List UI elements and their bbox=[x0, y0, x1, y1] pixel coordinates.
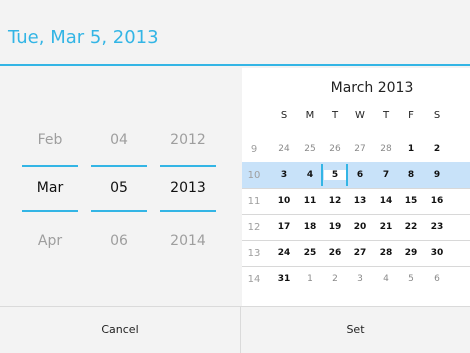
weekday-label: F bbox=[408, 110, 414, 121]
cancel-button[interactable]: Cancel bbox=[0, 307, 240, 353]
weekday-label: W bbox=[355, 110, 365, 121]
year-prev[interactable]: 2012 bbox=[160, 132, 216, 148]
day-cell[interactable]: 27 bbox=[349, 248, 371, 258]
day-cell[interactable]: 24 bbox=[273, 144, 295, 154]
selected-day-marker bbox=[346, 164, 348, 186]
day-cell[interactable]: 25 bbox=[299, 248, 321, 258]
day-cell[interactable]: 29 bbox=[400, 248, 422, 258]
day-cell[interactable]: 7 bbox=[375, 170, 397, 180]
day-cell[interactable]: 16 bbox=[426, 196, 448, 206]
selected-day-marker bbox=[321, 164, 323, 186]
calendar-view[interactable]: March 2013 SMTWTFS 9 24 25 26 27 28 1 2 10 3 4 5 6 7 8… bbox=[242, 68, 470, 306]
selected-week-row: 10 3 4 5 6 7 8 9 bbox=[242, 162, 470, 188]
week-number: 14 bbox=[247, 274, 261, 285]
day-prev[interactable]: 04 bbox=[91, 132, 147, 148]
day-cell[interactable]: 26 bbox=[324, 144, 346, 154]
week-number: 10 bbox=[247, 170, 261, 181]
day-next[interactable]: 06 bbox=[91, 233, 147, 249]
spinner-divider bbox=[22, 210, 78, 212]
day-cell[interactable]: 15 bbox=[400, 196, 422, 206]
weekday-label: T bbox=[331, 110, 339, 121]
month-next[interactable]: Apr bbox=[22, 233, 78, 249]
day-cell[interactable]: 6 bbox=[426, 274, 448, 284]
day-cell[interactable]: 23 bbox=[426, 222, 448, 232]
day-cell[interactable]: 31 bbox=[273, 274, 295, 284]
week-number: 9 bbox=[250, 144, 258, 155]
spinner-divider bbox=[160, 165, 216, 167]
day-cell[interactable]: 24 bbox=[273, 248, 295, 258]
day-cell[interactable]: 2 bbox=[426, 144, 448, 154]
day-cell[interactable]: 25 bbox=[299, 144, 321, 154]
year-current[interactable]: 2013 bbox=[160, 180, 216, 196]
day-cell[interactable]: 21 bbox=[375, 222, 397, 232]
day-cell[interactable]: 26 bbox=[324, 248, 346, 258]
selected-date-title: Tue, Mar 5, 2013 bbox=[8, 27, 159, 48]
day-cell[interactable]: 11 bbox=[299, 196, 321, 206]
week-row: 12 17 18 19 20 21 22 23 bbox=[242, 214, 470, 240]
date-picker-dialog: Tue, Mar 5, 2013 Feb Mar Apr 04 05 06 20… bbox=[0, 0, 470, 353]
weekday-label: T bbox=[382, 110, 390, 121]
day-spinner[interactable]: 04 05 06 bbox=[91, 68, 147, 306]
day-cell[interactable]: 20 bbox=[349, 222, 371, 232]
spinner-divider bbox=[91, 210, 147, 212]
day-cell[interactable]: 3 bbox=[273, 170, 295, 180]
week-row: 14 31 1 2 3 4 5 6 bbox=[242, 266, 470, 292]
day-cell[interactable]: 6 bbox=[349, 170, 371, 180]
day-cell[interactable]: 3 bbox=[349, 274, 371, 284]
day-cell[interactable]: 28 bbox=[375, 248, 397, 258]
month-prev[interactable]: Feb bbox=[22, 132, 78, 148]
day-cell[interactable]: 30 bbox=[426, 248, 448, 258]
week-row: 11 10 11 12 13 14 15 16 bbox=[242, 188, 470, 214]
spinner-divider bbox=[22, 165, 78, 167]
day-cell[interactable]: 13 bbox=[349, 196, 371, 206]
day-cell[interactable]: 1 bbox=[299, 274, 321, 284]
day-cell[interactable]: 1 bbox=[400, 144, 422, 154]
day-cell[interactable]: 2 bbox=[324, 274, 346, 284]
day-cell[interactable]: 14 bbox=[375, 196, 397, 206]
spinner-divider bbox=[91, 165, 147, 167]
month-spinner[interactable]: Feb Mar Apr bbox=[22, 68, 78, 306]
dialog-footer: Cancel Set bbox=[0, 306, 470, 353]
year-next[interactable]: 2014 bbox=[160, 233, 216, 249]
day-cell[interactable]: 9 bbox=[426, 170, 448, 180]
month-current[interactable]: Mar bbox=[22, 180, 78, 196]
day-cell[interactable]: 5 bbox=[400, 274, 422, 284]
weekday-header: SMTWTFS bbox=[242, 110, 470, 124]
day-cell[interactable]: 27 bbox=[349, 144, 371, 154]
spinner-divider bbox=[160, 210, 216, 212]
selected-day-cell[interactable]: 5 bbox=[324, 170, 346, 180]
day-cell[interactable]: 4 bbox=[299, 170, 321, 180]
set-button[interactable]: Set bbox=[241, 307, 470, 353]
dialog-header: Tue, Mar 5, 2013 bbox=[0, 0, 470, 66]
day-cell[interactable]: 19 bbox=[324, 222, 346, 232]
day-cell[interactable]: 8 bbox=[400, 170, 422, 180]
weekday-label: S bbox=[433, 110, 441, 121]
week-number: 12 bbox=[247, 222, 261, 233]
day-cell[interactable]: 22 bbox=[400, 222, 422, 232]
week-row: 9 24 25 26 27 28 1 2 bbox=[242, 136, 470, 162]
day-cell[interactable]: 12 bbox=[324, 196, 346, 206]
day-current[interactable]: 05 bbox=[91, 180, 147, 196]
weekday-label: M bbox=[305, 110, 315, 121]
day-cell[interactable]: 17 bbox=[273, 222, 295, 232]
year-spinner[interactable]: 2012 2013 2014 bbox=[160, 68, 216, 306]
week-row: 13 24 25 26 27 28 29 30 bbox=[242, 240, 470, 266]
week-number: 13 bbox=[247, 248, 261, 259]
weekday-label: S bbox=[280, 110, 288, 121]
day-cell[interactable]: 4 bbox=[375, 274, 397, 284]
day-cell[interactable]: 10 bbox=[273, 196, 295, 206]
calendar-month-title: March 2013 bbox=[330, 80, 414, 96]
day-cell[interactable]: 18 bbox=[299, 222, 321, 232]
week-number: 11 bbox=[247, 196, 261, 207]
day-cell[interactable]: 28 bbox=[375, 144, 397, 154]
